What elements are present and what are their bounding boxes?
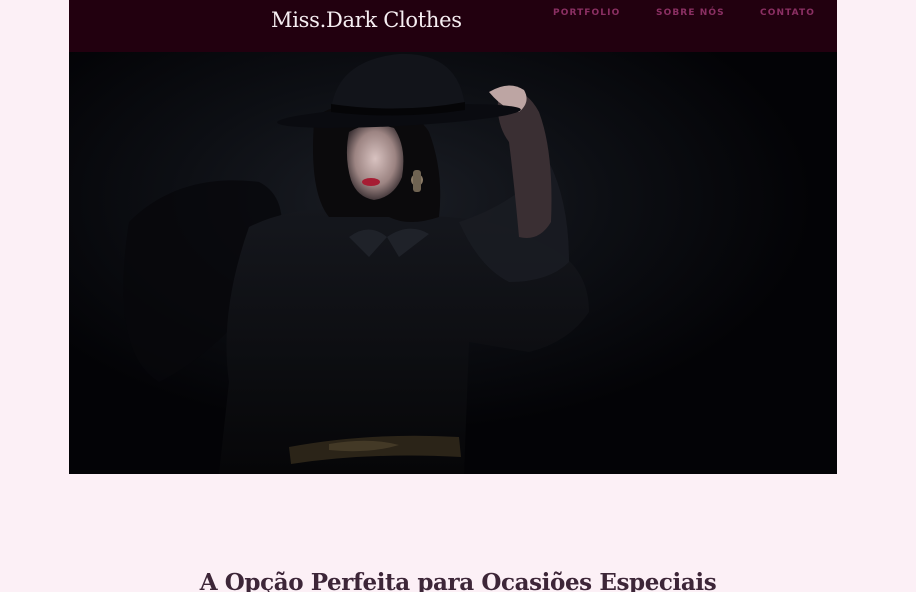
hero-image xyxy=(69,52,837,474)
woman-in-black-hat-photo xyxy=(69,52,837,474)
brand-logo[interactable]: Miss.Dark Clothes xyxy=(271,8,462,32)
nav-sobre-nos[interactable]: SOBRE NÓS xyxy=(656,8,725,18)
section-heading: A Opção Perfeita para Ocasiões Especiais xyxy=(199,569,717,592)
nav-contato[interactable]: CONTATO xyxy=(760,8,815,18)
page: Miss.Dark Clothes PORTFOLIO SOBRE NÓS CO… xyxy=(0,0,916,592)
site-header: Miss.Dark Clothes PORTFOLIO SOBRE NÓS CO… xyxy=(69,0,837,52)
nav-portfolio[interactable]: PORTFOLIO xyxy=(553,8,620,18)
